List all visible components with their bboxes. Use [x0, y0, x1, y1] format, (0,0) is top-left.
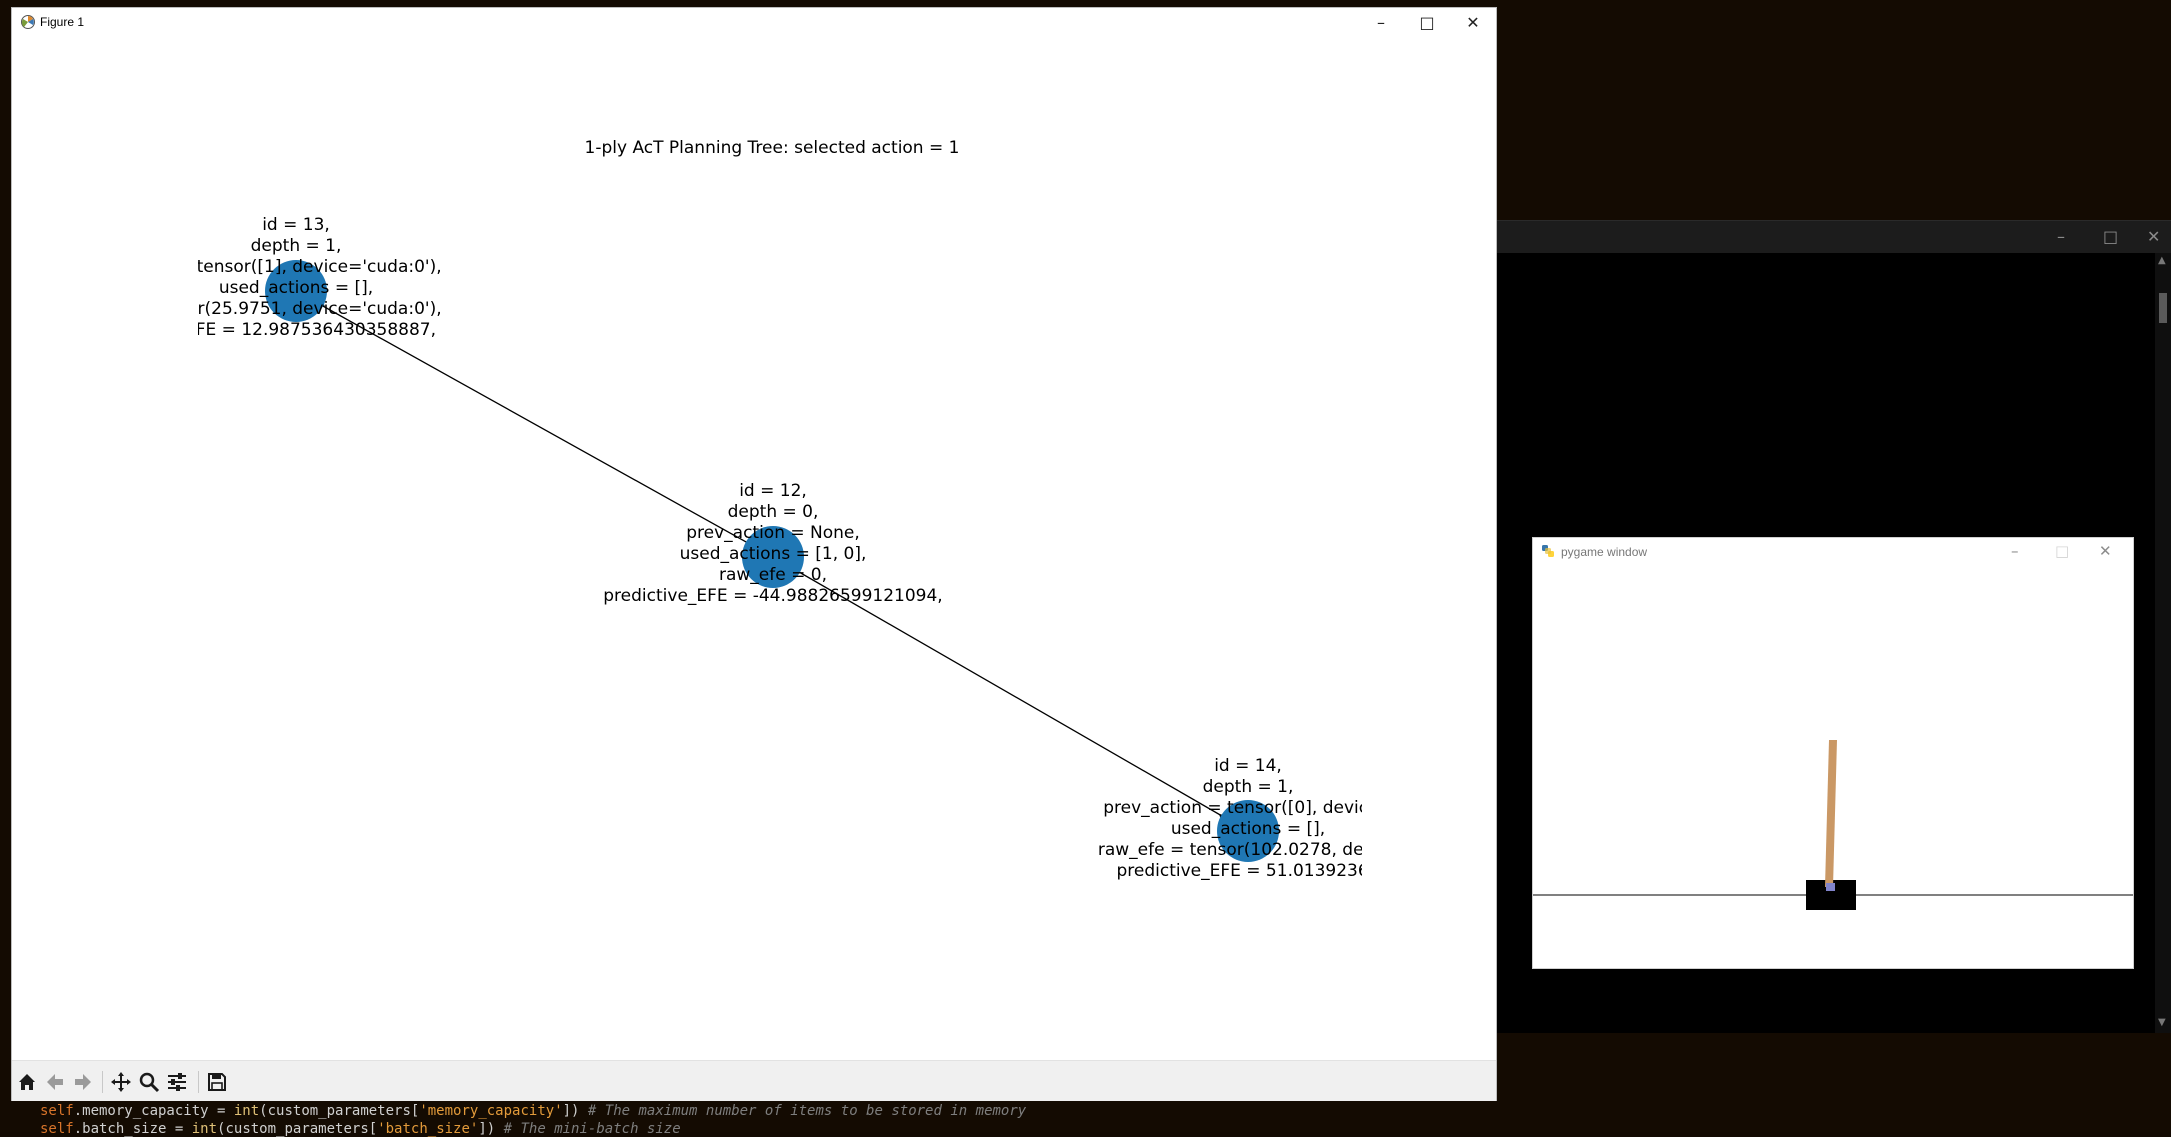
code-token: self	[40, 1103, 74, 1119]
zoom-icon[interactable]	[136, 1069, 162, 1095]
node-label-line: used_actions = [],	[1171, 819, 1325, 839]
node-label-line: predictive_EFE = 51.01392364	[1116, 861, 1379, 881]
maximize-button[interactable]: □	[1404, 8, 1450, 36]
save-icon[interactable]	[204, 1069, 230, 1095]
configure-subplots-icon[interactable]	[164, 1069, 190, 1095]
code-token: =	[166, 1121, 192, 1137]
home-icon[interactable]	[14, 1069, 40, 1095]
axle	[1826, 883, 1835, 891]
close-button[interactable]: ✕	[1450, 8, 1496, 36]
toolbar-separator	[102, 1071, 103, 1093]
back-arrow-icon[interactable]	[42, 1069, 68, 1095]
node-label-line: depth = 0,	[728, 502, 819, 522]
close-icon[interactable]: ✕	[2147, 227, 2160, 246]
scroll-up-icon[interactable]: ▲	[2158, 255, 2166, 266]
cartpole-canvas	[1533, 740, 2133, 910]
console-scrollbar[interactable]: ▲ ▼	[2155, 253, 2171, 1033]
scrollbar-thumb[interactable]	[2159, 293, 2167, 323]
pan-icon[interactable]	[108, 1069, 134, 1095]
pole	[1825, 740, 1837, 887]
code-token: int	[191, 1121, 218, 1137]
code-token: .batch_size	[73, 1121, 167, 1137]
node-label-line: depth = 1,	[1203, 777, 1294, 797]
pygame-window-title: pygame window	[1561, 545, 1648, 559]
console-titlebar[interactable]: – □ ✕	[1496, 221, 2171, 253]
node-label-line: id = 14,	[1214, 756, 1282, 776]
figure-titlebar[interactable]: Figure 1 – □ ✕	[12, 8, 1496, 36]
node-label-line: id = 12,	[739, 481, 807, 501]
code-token: =	[208, 1103, 234, 1119]
figure-window-title: Figure 1	[40, 15, 85, 29]
node-label-line: depth = 1,	[251, 236, 342, 256]
node-label-line: predictive_EFE = -44.98826599121094,	[603, 586, 942, 606]
node-label-line: raw_efe = 0,	[719, 565, 827, 585]
node-label-line: raw_efe = tensor(102.0278, device	[1098, 840, 1398, 860]
code-token: ])	[562, 1103, 580, 1119]
plot-area[interactable]: 1-ply AcT Planning Tree: selected action…	[12, 36, 1496, 1068]
figure-window[interactable]: Figure 1 – □ ✕ 1-ply AcT Planning Tree: …	[12, 8, 1496, 1101]
code-token: int	[233, 1103, 260, 1119]
code-token: ])	[478, 1121, 496, 1137]
minimize-icon[interactable]: –	[2011, 542, 2019, 560]
node-label-line: used_actions = [1, 0],	[680, 544, 867, 564]
python-icon	[1542, 545, 1554, 557]
plot-title: 1-ply AcT Planning Tree: selected action…	[585, 138, 960, 158]
node-label-line: on = tensor([1], device='cuda:0'),	[150, 257, 441, 277]
node-label-line: ve_EFE = 12.987536430358887,	[156, 320, 436, 340]
minimize-button[interactable]: –	[1358, 8, 1404, 36]
planning-tree-graph: 1-ply AcT Planning Tree: selected action…	[150, 138, 1398, 881]
toolbar-separator	[198, 1071, 199, 1093]
node-label-line: prev_action = tensor([0], device=	[1103, 798, 1393, 818]
node-label-line: id = 13,	[262, 215, 330, 235]
code-token: (custom_parameters[	[259, 1103, 420, 1119]
code-token: 'memory_capacity'	[419, 1103, 563, 1119]
pygame-titlebar[interactable]: pygame window – □ ✕	[1533, 538, 2133, 566]
code-comment: # The mini-batch size	[495, 1121, 681, 1137]
minimize-icon[interactable]: –	[2057, 227, 2065, 246]
forward-arrow-icon[interactable]	[70, 1069, 96, 1095]
node-label-line: tensor(25.9751, device='cuda:0'),	[150, 299, 441, 319]
code-token: (custom_parameters[	[217, 1121, 378, 1137]
scroll-down-icon[interactable]: ▼	[2158, 1017, 2166, 1028]
code-line: self.batch_size = int(custom_parameters[…	[40, 1121, 681, 1137]
pygame-window[interactable]: pygame window – □ ✕	[1532, 537, 2134, 969]
maximize-icon[interactable]: □	[2055, 542, 2069, 560]
code-token: self	[40, 1121, 74, 1137]
matplotlib-icon	[21, 15, 35, 29]
node-label-line: used_actions = [],	[219, 278, 373, 298]
navigation-toolbar	[12, 1060, 1496, 1101]
code-comment: # The maximum number of items to be stor…	[579, 1103, 1027, 1119]
close-icon[interactable]: ✕	[2099, 542, 2112, 560]
code-line: self.memory_capacity = int(custom_parame…	[40, 1103, 1026, 1119]
code-token: .memory_capacity	[73, 1103, 209, 1119]
maximize-icon[interactable]: □	[2103, 227, 2118, 246]
node-label-line: prev_action = None,	[686, 523, 860, 543]
code-token: 'batch_size'	[377, 1121, 479, 1137]
